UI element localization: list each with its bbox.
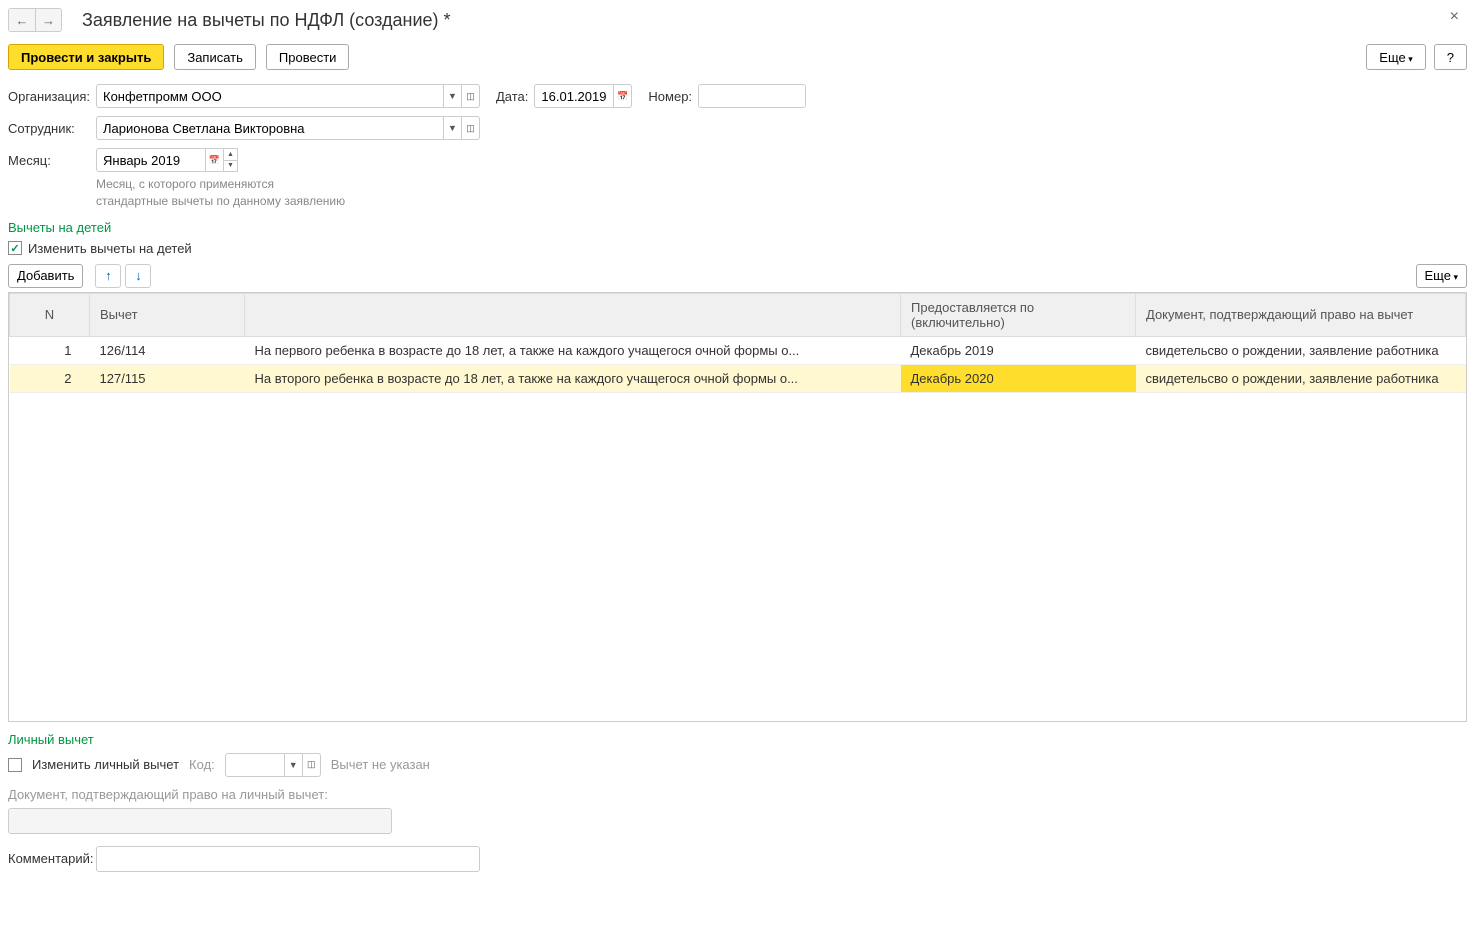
calendar-icon[interactable]: 📅 — [206, 148, 224, 172]
personal-section-title: Личный вычет — [8, 732, 1467, 747]
back-button[interactable]: ← — [9, 9, 35, 31]
move-up-icon[interactable]: ↑ — [95, 264, 121, 288]
dropdown-icon[interactable]: ▼ — [444, 116, 462, 140]
table-cell[interactable]: 1 — [10, 336, 90, 364]
change-children-label: Изменить вычеты на детей — [28, 241, 192, 256]
move-down-icon[interactable]: ↓ — [125, 264, 151, 288]
dropdown-icon: ▼ — [285, 753, 303, 777]
table-cell[interactable]: свидетельсво о рождении, заявление работ… — [1136, 336, 1466, 364]
page-title: Заявление на вычеты по НДФЛ (создание) * — [82, 10, 451, 31]
dropdown-icon[interactable]: ▼ — [444, 84, 462, 108]
col-until[interactable]: Предоставляется по (включительно) — [901, 293, 1136, 336]
spinner-up-icon[interactable]: ▲ — [224, 149, 237, 160]
col-deduction[interactable]: Вычет — [90, 293, 245, 336]
change-children-checkbox[interactable] — [8, 241, 22, 255]
close-icon[interactable]: × — [1450, 8, 1459, 26]
personal-doc-label: Документ, подтверждающий право на личный… — [8, 787, 1467, 802]
help-button[interactable]: ? — [1434, 44, 1467, 70]
col-doc[interactable]: Документ, подтверждающий право на вычет — [1136, 293, 1466, 336]
month-input[interactable] — [96, 148, 206, 172]
comment-input[interactable] — [96, 846, 480, 872]
personal-doc-input — [8, 808, 392, 834]
table-cell[interactable]: Декабрь 2020 — [901, 364, 1136, 392]
number-input[interactable] — [698, 84, 806, 108]
col-n[interactable]: N — [10, 293, 90, 336]
table-cell[interactable]: 127/115 — [90, 364, 245, 392]
nav-buttons: ← → — [8, 8, 62, 32]
post-button[interactable]: Провести — [266, 44, 350, 70]
table-cell[interactable]: На второго ребенка в возрасте до 18 лет,… — [245, 364, 901, 392]
change-personal-checkbox[interactable] — [8, 758, 22, 772]
open-icon[interactable]: ◫ — [462, 84, 480, 108]
month-label: Месяц: — [8, 153, 90, 168]
table-cell[interactable]: На первого ребенка в возрасте до 18 лет,… — [245, 336, 901, 364]
post-and-close-button[interactable]: Провести и закрыть — [8, 44, 164, 70]
comment-label: Комментарий: — [8, 851, 90, 866]
month-hint: Месяц, с которого применяются стандартны… — [96, 176, 1467, 210]
forward-button[interactable]: → — [35, 9, 61, 31]
table-cell[interactable]: Декабрь 2019 — [901, 336, 1136, 364]
table-cell[interactable]: свидетельсво о рождении, заявление работ… — [1136, 364, 1466, 392]
org-input[interactable] — [96, 84, 444, 108]
table-cell[interactable]: 2 — [10, 364, 90, 392]
employee-input[interactable] — [96, 116, 444, 140]
table-more-button[interactable]: Еще — [1416, 264, 1467, 288]
children-table[interactable]: N Вычет Предоставляется по (включительно… — [8, 292, 1467, 722]
table-row[interactable]: 2127/115На второго ребенка в возрасте до… — [10, 364, 1466, 392]
change-personal-label: Изменить личный вычет — [32, 757, 179, 772]
write-button[interactable]: Записать — [174, 44, 256, 70]
table-row[interactable]: 1126/114На первого ребенка в возрасте до… — [10, 336, 1466, 364]
employee-label: Сотрудник: — [8, 121, 90, 136]
children-section-title: Вычеты на детей — [8, 220, 1467, 235]
code-input — [225, 753, 285, 777]
not-set-label: Вычет не указан — [331, 757, 430, 772]
date-input[interactable] — [534, 84, 614, 108]
spinner-down-icon[interactable]: ▼ — [224, 160, 237, 172]
col-desc[interactable] — [245, 293, 901, 336]
number-label: Номер: — [648, 89, 692, 104]
open-icon[interactable]: ◫ — [462, 116, 480, 140]
add-button[interactable]: Добавить — [8, 264, 83, 288]
table-cell[interactable]: 126/114 — [90, 336, 245, 364]
more-button[interactable]: Еще — [1366, 44, 1425, 70]
calendar-icon[interactable]: 📅 — [614, 84, 632, 108]
open-icon: ◫ — [303, 753, 321, 777]
code-label: Код: — [189, 757, 215, 772]
date-label: Дата: — [496, 89, 528, 104]
org-label: Организация: — [8, 89, 90, 104]
